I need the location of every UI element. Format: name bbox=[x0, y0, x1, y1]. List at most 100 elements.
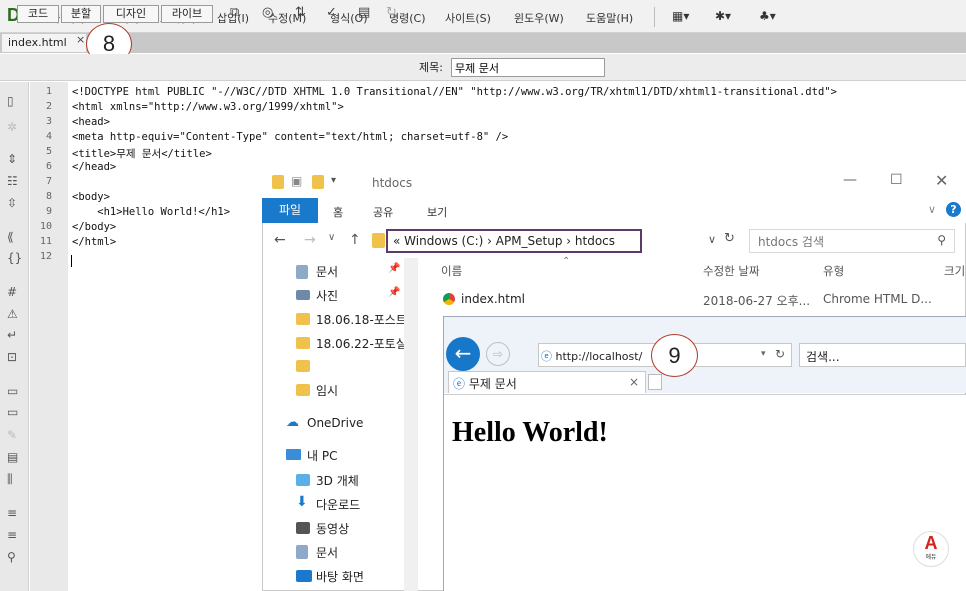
file-name: index.html bbox=[461, 292, 525, 306]
expand-all-icon[interactable]: ⇳ bbox=[7, 196, 17, 210]
nav-scrollbar[interactable] bbox=[404, 258, 418, 591]
maximize-icon[interactable]: ☐ bbox=[890, 172, 903, 188]
pin-icon[interactable]: 📌 bbox=[388, 287, 400, 298]
nav-item-onedrive[interactable]: OneDrive bbox=[307, 416, 363, 430]
outdent-icon[interactable]: ≡ bbox=[7, 528, 17, 542]
format-source-icon[interactable]: ⚲ bbox=[7, 550, 16, 564]
close-icon[interactable]: × bbox=[76, 33, 85, 46]
minimize-icon[interactable]: — bbox=[843, 172, 857, 188]
ribbon-tab-view[interactable]: 보기 bbox=[427, 204, 447, 220]
show-code-navigator-icon[interactable]: ✲ bbox=[7, 120, 17, 134]
select-parent-tag-icon[interactable]: ⟪ bbox=[7, 230, 14, 244]
file-management-icon[interactable]: ⇅ bbox=[295, 5, 306, 20]
wrap-tag-icon[interactable]: ✎ bbox=[7, 428, 17, 442]
menu-window[interactable]: 윈도우(W) bbox=[514, 10, 564, 26]
code-line[interactable]: <meta http-equiv="Content-Type" content=… bbox=[72, 131, 508, 143]
live-view-button[interactable]: 라이브 bbox=[161, 5, 213, 23]
move-css-icon[interactable]: ⫼ bbox=[7, 472, 13, 487]
balance-braces-icon[interactable]: {} bbox=[7, 251, 22, 265]
gear-icon[interactable]: ✱▾ bbox=[715, 9, 731, 23]
new-tab-icon[interactable] bbox=[648, 374, 662, 390]
nav-item-videos[interactable]: 동영상 bbox=[316, 520, 349, 537]
word-wrap-icon[interactable]: ↵ bbox=[7, 328, 17, 342]
quick-access-dropdown-icon[interactable]: ▾ bbox=[331, 175, 336, 186]
code-line[interactable]: </body> bbox=[72, 221, 116, 233]
help-icon[interactable]: ? bbox=[946, 202, 961, 217]
explorer-search-input[interactable]: htdocs 검색 ⚲ bbox=[749, 229, 955, 253]
nav-item-folder[interactable]: 18.06.22-포토실 bbox=[316, 335, 404, 352]
column-size[interactable]: 크기 bbox=[944, 263, 965, 279]
collapse-selection-icon[interactable]: ☷ bbox=[7, 174, 18, 188]
refresh-icon[interactable]: ↻ bbox=[386, 5, 397, 20]
remove-comment-icon[interactable]: ▭ bbox=[7, 405, 18, 419]
browser-search-input[interactable]: 검색... bbox=[799, 343, 966, 367]
nav-item-downloads[interactable]: 다운로드 bbox=[316, 496, 360, 513]
nav-item-this-pc[interactable]: 내 PC bbox=[307, 447, 337, 464]
title-input[interactable] bbox=[451, 58, 605, 77]
code-line[interactable]: <h1>Hello World!</h1> bbox=[72, 206, 230, 218]
column-type[interactable]: 유형 bbox=[823, 263, 844, 279]
indent-icon[interactable]: ≡ bbox=[7, 506, 17, 520]
nav-item-desktop[interactable]: 바탕 화면 bbox=[316, 568, 364, 585]
back-icon[interactable]: ← bbox=[274, 232, 286, 248]
nav-item-temp[interactable]: 임시 bbox=[316, 382, 338, 399]
nav-item-documents[interactable]: 문서 bbox=[316, 263, 338, 280]
site-icon[interactable]: ♣▾ bbox=[759, 9, 776, 23]
visual-aids-icon[interactable]: ▤ bbox=[358, 5, 370, 20]
code-line[interactable]: <title>무제 문서</title> bbox=[72, 146, 212, 161]
up-icon[interactable]: ↑ bbox=[349, 232, 361, 248]
code-line[interactable]: <html xmlns="http://www.w3.org/1999/xhtm… bbox=[72, 101, 344, 113]
line-numbers-icon[interactable]: # bbox=[7, 285, 17, 299]
highlight-invalid-icon[interactable]: ⚠ bbox=[7, 307, 18, 321]
open-documents-icon[interactable]: ▯ bbox=[7, 94, 14, 108]
nav-item-pictures[interactable]: 사진 bbox=[316, 287, 338, 304]
browser-search-placeholder: 검색... bbox=[806, 350, 840, 364]
recent-dropdown-icon[interactable]: ∨ bbox=[328, 232, 335, 243]
ribbon-expand-icon[interactable]: ∨ bbox=[928, 203, 936, 216]
design-view-button[interactable]: 디자인 bbox=[103, 5, 159, 23]
ribbon-tab-home[interactable]: 홈 bbox=[333, 204, 343, 220]
collapse-tag-icon[interactable]: ⇕ bbox=[7, 152, 17, 166]
ribbon-tab-file[interactable]: 파일 bbox=[262, 198, 318, 223]
file-tab[interactable]: index.html bbox=[2, 34, 86, 52]
folder-icon bbox=[296, 337, 310, 349]
validate-icon[interactable]: ✓ bbox=[326, 5, 337, 20]
browser-tab[interactable]: ⓔ 무제 문서 × bbox=[448, 371, 646, 393]
pin-icon[interactable]: 📌 bbox=[388, 263, 400, 274]
browser-back-button[interactable]: ← bbox=[446, 337, 480, 371]
forward-icon[interactable]: → bbox=[304, 232, 316, 248]
refresh-icon[interactable]: ↻ bbox=[724, 231, 735, 246]
nav-item-documents[interactable]: 문서 bbox=[316, 544, 338, 561]
preview-icon[interactable]: ◎ bbox=[262, 5, 273, 20]
code-view-button[interactable]: 코드 bbox=[17, 5, 59, 23]
multiscreen-icon[interactable]: ⧉ bbox=[230, 5, 239, 20]
address-dropdown-icon[interactable]: ▾ bbox=[761, 349, 766, 359]
nav-item-3d-objects[interactable]: 3D 개체 bbox=[316, 472, 359, 489]
split-view-button[interactable]: 분할 bbox=[61, 5, 101, 23]
file-row[interactable]: index.html 2018-06-27 오후... Chrome HTML … bbox=[441, 292, 966, 310]
syntax-error-icon[interactable]: ⊡ bbox=[7, 350, 17, 364]
recent-snippets-icon[interactable]: ▤ bbox=[7, 450, 18, 464]
nav-item-folder[interactable]: 18.06.18-포스트 bbox=[316, 311, 404, 328]
new-folder-icon[interactable] bbox=[312, 175, 324, 189]
layout-icon[interactable]: ▦▾ bbox=[672, 9, 689, 23]
refresh-icon[interactable]: ↻ bbox=[775, 347, 785, 361]
browser-forward-button[interactable]: ⇨ bbox=[486, 342, 510, 366]
code-line[interactable]: <!DOCTYPE html PUBLIC "-//W3C//DTD XHTML… bbox=[72, 86, 837, 98]
address-dropdown-icon[interactable]: ∨ bbox=[708, 233, 716, 246]
code-line[interactable]: <head> bbox=[72, 116, 110, 128]
document-icon bbox=[296, 545, 308, 559]
ribbon-tab-share[interactable]: 공유 bbox=[373, 204, 393, 220]
column-date[interactable]: 수정한 날짜 bbox=[703, 263, 760, 279]
explorer-address-bar[interactable]: « Windows (C:) › APM_Setup › htdocs bbox=[386, 229, 642, 253]
apply-comment-icon[interactable]: ▭ bbox=[7, 384, 18, 398]
properties-icon[interactable]: ▣ bbox=[291, 174, 302, 188]
menu-help[interactable]: 도움말(H) bbox=[586, 10, 633, 26]
code-line[interactable]: </head> bbox=[72, 161, 116, 173]
column-name[interactable]: 이름 bbox=[441, 263, 462, 279]
menu-site[interactable]: 사이트(S) bbox=[445, 10, 491, 26]
code-line[interactable]: </html> bbox=[72, 236, 116, 248]
close-tab-icon[interactable]: × bbox=[629, 375, 639, 389]
close-window-icon[interactable]: ✕ bbox=[935, 171, 948, 190]
code-line[interactable]: <body> bbox=[72, 191, 110, 203]
